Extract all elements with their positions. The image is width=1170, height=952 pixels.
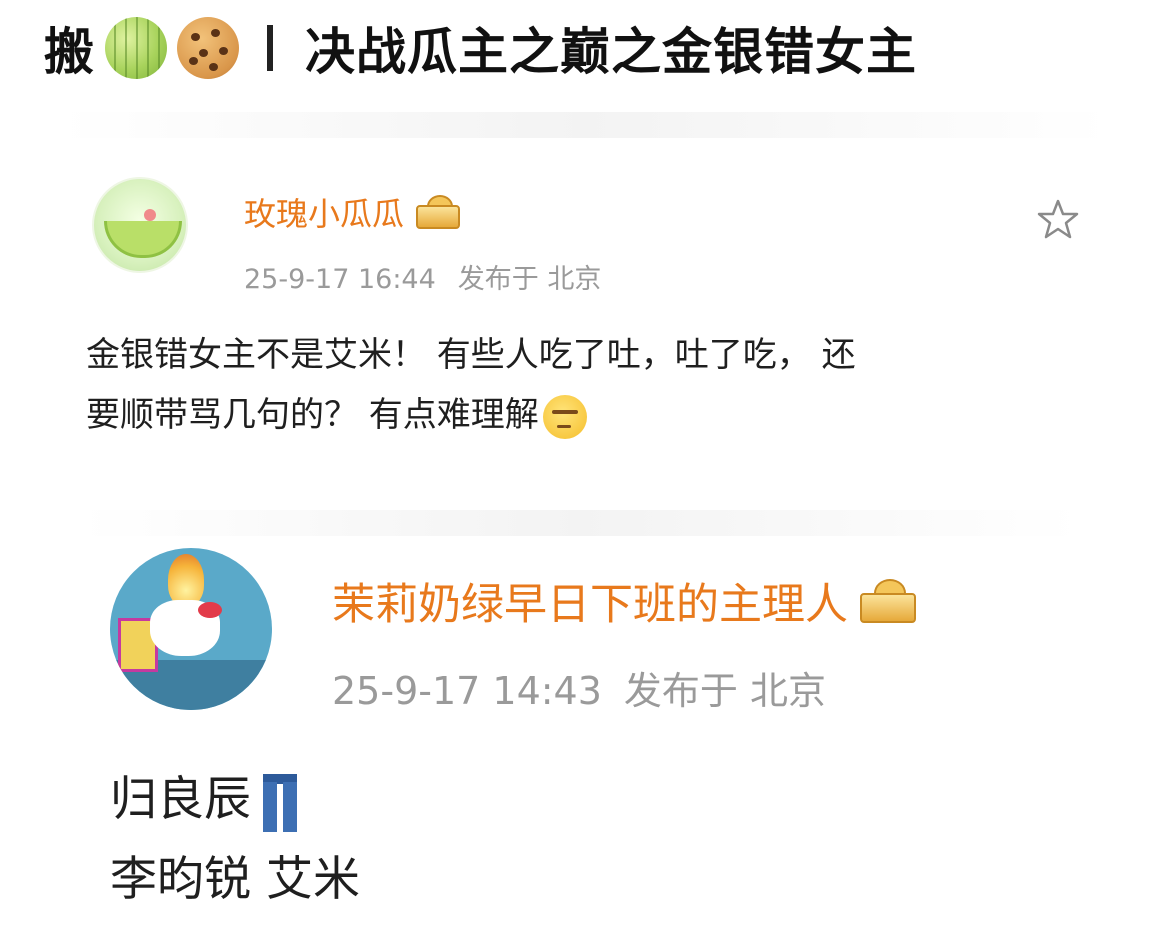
comment-body: 金银错女主不是艾米！ 有些人吃了吐，吐了吃， 还 要顺带骂几句的？ 有点难理解 [86, 325, 856, 445]
crown-badge-icon [860, 579, 916, 623]
cookie-emoji-icon [177, 17, 239, 79]
post-meta: 25-9-17 14:43 发布于 北京 [332, 660, 826, 715]
comment-line-text: 要顺带骂几句的？ 有点难理解 [86, 395, 539, 435]
comment-line: 归良辰 [110, 760, 360, 840]
username-text: 茉莉奶绿早日下班的主理人 [332, 580, 848, 630]
title-prefix: 搬 [44, 23, 95, 81]
comment-line-text: 归良辰 [110, 772, 251, 827]
username[interactable]: 玫瑰小瓜瓜 [244, 189, 461, 235]
melon-emoji-icon [105, 17, 167, 79]
comment-line-2: 李昀锐 艾米 [110, 852, 360, 907]
user-avatar[interactable] [110, 548, 272, 710]
post-location: 发布于 北京 [457, 264, 602, 295]
blurred-background-row [80, 510, 1080, 536]
post-meta: 25-9-17 16:44 发布于 北京 [244, 257, 601, 296]
post-location: 发布于 北京 [623, 669, 826, 713]
thinking-face-emoji-icon [542, 394, 587, 439]
jeans-emoji-icon [261, 773, 299, 832]
comment-line: 金银错女主不是艾米！ 有些人吃了吐，吐了吃， 还 [86, 335, 856, 375]
post-date: 25-9-17 14:43 [332, 669, 602, 713]
page-title: 决战瓜主之巅之金银错女主 [305, 23, 917, 81]
username[interactable]: 茉莉奶绿早日下班的主理人 [332, 570, 916, 632]
username-text: 玫瑰小瓜瓜 [244, 195, 405, 233]
title-divider [267, 25, 273, 71]
post-title-bar: 搬 决战瓜主之巅之金银错女主 [44, 8, 917, 88]
star-icon[interactable] [1036, 197, 1080, 241]
crown-badge-icon [416, 195, 461, 229]
user-avatar[interactable] [92, 177, 188, 273]
post-date: 25-9-17 16:44 [244, 264, 436, 295]
blurred-background-row [60, 112, 1110, 138]
comment-line-2: 要顺带骂几句的？ 有点难理解 [86, 385, 856, 445]
comment-body: 归良辰 李昀锐 艾米 [110, 760, 360, 920]
